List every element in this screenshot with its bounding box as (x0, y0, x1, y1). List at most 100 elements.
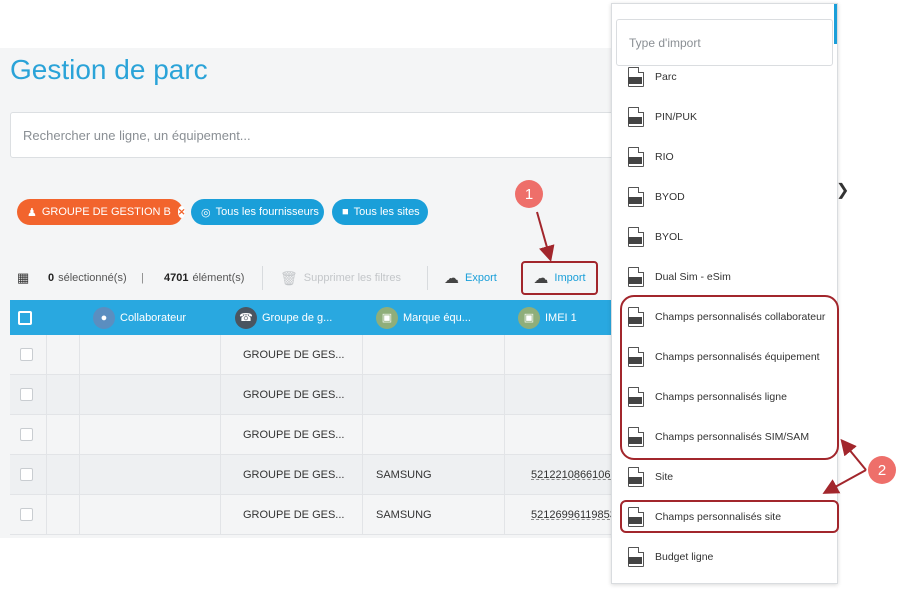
export-button[interactable]: ☁ Export (444, 260, 497, 296)
user-icon: ● (93, 306, 115, 329)
menu-edge (834, 4, 837, 44)
cell-imei[interactable]: 52122108661066 (531, 455, 617, 495)
xls-file-icon (628, 107, 644, 127)
cell-group: GROUPE DE GES... (243, 469, 345, 481)
divider (427, 266, 428, 290)
page-fragment: ❯ (836, 182, 850, 199)
group-icon: ☎ (235, 306, 257, 329)
wifi-icon: ◎ (201, 206, 211, 219)
table-row[interactable]: GROUPE DE GES... (10, 415, 640, 455)
row-checkbox[interactable] (20, 388, 33, 401)
delete-filters-button[interactable]: 🗑 Supprimer les filtres (280, 260, 401, 296)
column-divider (220, 375, 221, 415)
column-divider (362, 415, 363, 455)
column-divider (504, 335, 505, 375)
column-header-groupe[interactable]: ☎ Groupe de g... (235, 300, 332, 335)
cell-imei[interactable]: 52126996119853 (531, 495, 616, 535)
menu-item-label: Site (655, 471, 674, 483)
column-divider (79, 455, 80, 495)
export-label: Export (465, 272, 497, 284)
column-header-label: Marque équ... (403, 311, 471, 324)
column-divider (46, 495, 47, 535)
column-header-marque[interactable]: ▣ Marque équ... (376, 300, 471, 335)
search-box[interactable] (10, 112, 640, 158)
filter-chip-sites-label: Tous les sites (353, 206, 420, 218)
close-circle-icon[interactable]: ✕ (177, 206, 186, 218)
menu-item-byol[interactable]: BYOL (612, 217, 837, 257)
table-row[interactable]: GROUPE DE GES... SAMSUNG 52122108661066 (10, 455, 640, 495)
menu-item-label: RIO (655, 151, 674, 163)
user-tie-icon: ♟ (27, 206, 37, 219)
factory-icon: ■ (342, 206, 349, 218)
menu-item-byod[interactable]: BYOD (612, 177, 837, 217)
column-divider (79, 495, 80, 535)
table-header: ● Collaborateur ☎ Groupe de g... ▣ Marqu… (10, 300, 640, 335)
column-divider (46, 415, 47, 455)
filter-chip-group[interactable]: ♟ GROUPE DE GESTION B ✕ (17, 199, 186, 225)
cloud-download-icon: ☁ (444, 270, 459, 287)
column-divider (362, 495, 363, 535)
trash-icon: 🗑 (280, 269, 298, 286)
cloud-upload-icon: ☁ (533, 270, 549, 287)
column-divider (504, 495, 505, 535)
row-checkbox[interactable] (20, 348, 33, 361)
device-icon: ▣ (376, 306, 398, 329)
table-row[interactable]: GROUPE DE GES... (10, 335, 640, 375)
menu-item-dual-sim[interactable]: Dual Sim - eSim (612, 257, 837, 297)
annotation-badge-1: 1 (515, 180, 543, 208)
column-header-label: Groupe de g... (262, 311, 333, 324)
column-divider (46, 335, 47, 375)
menu-item-parc[interactable]: Parc (612, 57, 837, 97)
filter-chip-suppliers-label: Tous les fournisseurs (215, 206, 319, 218)
menu-item-label: BYOL (655, 231, 684, 243)
xls-file-icon (628, 187, 644, 207)
column-divider (362, 455, 363, 495)
selected-count-label: sélectionné(s) (58, 272, 127, 284)
table-row[interactable]: GROUPE DE GES... (10, 375, 640, 415)
element-count-value: 4701 (164, 272, 189, 284)
column-divider (79, 375, 80, 415)
xls-file-icon (628, 547, 644, 567)
menu-item-label: Budget ligne (655, 551, 714, 563)
table-row[interactable]: GROUPE DE GES... SAMSUNG 52126996119853 (10, 495, 640, 535)
screenshot: Gestion de parc ♟ GROUPE DE GESTION B ✕ … (0, 0, 904, 594)
import-button[interactable]: ☁ Import (521, 261, 598, 295)
import-type-menu: Parc PIN/PUK RIO BYOD BYOL Dual Sim - eS… (611, 3, 838, 584)
grid-icon[interactable]: ▦ (17, 260, 29, 296)
menu-item-label: Parc (655, 71, 677, 83)
filter-chip-group-label: GROUPE DE GESTION B (41, 206, 171, 218)
cell-group: GROUPE DE GES... (243, 509, 345, 521)
search-input[interactable] (11, 113, 640, 157)
menu-item-rio[interactable]: RIO (612, 137, 837, 177)
annotation-highlight-custom-site (620, 500, 839, 533)
column-header-collaborateur[interactable]: ● Collaborateur (93, 300, 186, 335)
toolbar-separator: | (141, 272, 144, 284)
select-all-checkbox[interactable] (18, 300, 32, 335)
xls-file-icon (628, 227, 644, 247)
row-checkbox[interactable] (20, 428, 33, 441)
filter-chip-suppliers[interactable]: ◎ Tous les fournisseurs (191, 199, 324, 225)
data-table: ● Collaborateur ☎ Groupe de g... ▣ Marqu… (10, 300, 640, 535)
column-header-imei[interactable]: ▣ IMEI 1 (518, 300, 577, 335)
row-checkbox[interactable] (20, 468, 33, 481)
column-divider (362, 375, 363, 415)
column-divider (220, 455, 221, 495)
column-header-label: IMEI 1 (545, 311, 577, 324)
divider (262, 266, 263, 290)
cell-group: GROUPE DE GES... (243, 429, 345, 441)
row-checkbox[interactable] (20, 508, 33, 521)
menu-item-site[interactable]: Site (612, 457, 837, 497)
column-divider (362, 335, 363, 375)
app-panel: Gestion de parc ♟ GROUPE DE GESTION B ✕ … (0, 48, 640, 538)
filter-chip-sites[interactable]: ■ Tous les sites (332, 199, 428, 225)
column-divider (46, 455, 47, 495)
menu-item-budget-ligne[interactable]: Budget ligne (612, 537, 837, 577)
column-divider (46, 375, 47, 415)
selected-count-value: 0 (48, 272, 55, 284)
cell-brand: SAMSUNG (376, 509, 432, 521)
selected-count: 0 sélectionné(s) (48, 260, 127, 296)
annotation-badge-2: 2 (868, 456, 896, 484)
arrow-step2-up (840, 438, 867, 471)
menu-item-pin-puk[interactable]: PIN/PUK (612, 97, 837, 137)
toolbar: ▦ 0 sélectionné(s) | 4701 élément(s) 🗑 S… (0, 260, 640, 296)
